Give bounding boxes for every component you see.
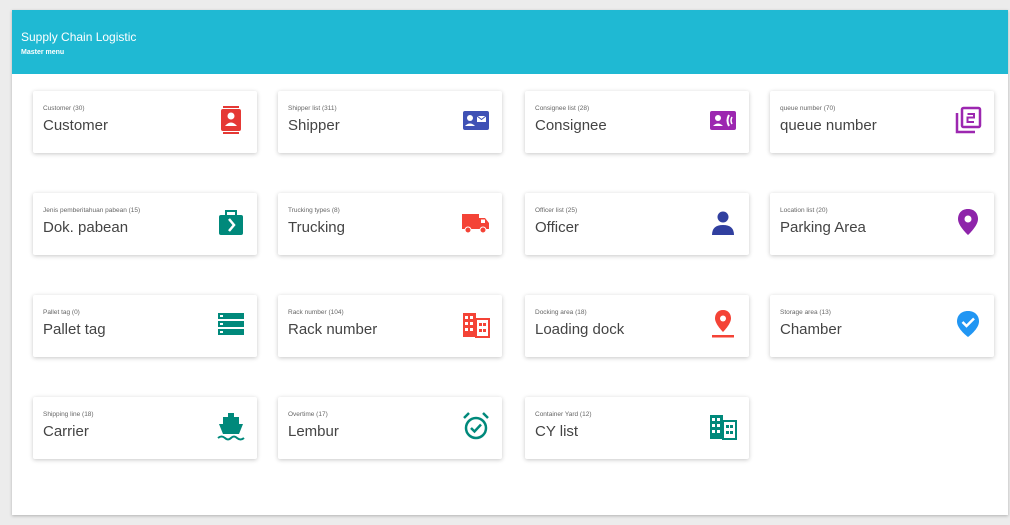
filter-2-icon <box>954 105 982 135</box>
card-parking-area[interactable]: Location list (20) Parking Area <box>770 193 994 255</box>
card-carrier[interactable]: Shipping line (18) Carrier <box>33 397 257 459</box>
card-shipper[interactable]: Shipper list (311) Shipper <box>278 91 502 153</box>
card-count-label: Jenis pemberitahuan pabean (15) <box>43 207 141 214</box>
app-title: Supply Chain Logistic <box>21 30 137 44</box>
briefcase-arrow-icon <box>217 207 245 237</box>
truck-icon <box>462 207 490 237</box>
card-title: Dok. pabean <box>43 219 129 236</box>
card-count-label: Shipper list (311) <box>288 105 337 112</box>
card-title: CY list <box>535 423 579 440</box>
card-title: Customer <box>43 117 109 134</box>
location-pin-icon <box>954 207 982 237</box>
person-icon <box>709 207 737 237</box>
card-count-label: Rack number (104) <box>288 309 344 316</box>
card-lembur[interactable]: Overtime (17) Lembur <box>278 397 502 459</box>
card-title: Consignee <box>535 117 607 134</box>
card-title: Parking Area <box>780 219 866 236</box>
card-title: Lembur <box>288 423 339 440</box>
card-title: Carrier <box>43 423 89 440</box>
pin-drop-icon <box>709 309 737 339</box>
main-window: Supply Chain Logistic Master menu Custom… <box>12 10 1008 515</box>
card-title: Loading dock <box>535 321 625 338</box>
card-count-label: Customer (30) <box>43 105 85 112</box>
card-trucking[interactable]: Trucking types (8) Trucking <box>278 193 502 255</box>
check-pin-icon <box>954 309 982 339</box>
card-count-label: Trucking types (8) <box>288 207 340 214</box>
card-pallet-tag[interactable]: Pallet tag (0) Pallet tag <box>33 295 257 357</box>
ship-icon <box>217 411 245 441</box>
card-title: Rack number <box>288 321 378 338</box>
card-title: queue number <box>780 117 877 134</box>
card-title: Pallet tag <box>43 321 106 338</box>
card-customer[interactable]: Customer (30) Customer <box>33 91 257 153</box>
card-chamber[interactable]: Storage area (13) Chamber <box>770 295 994 357</box>
card-title: Trucking <box>288 219 345 236</box>
contact-card-icon <box>462 105 490 135</box>
card-count-label: Consignee list (28) <box>535 105 590 112</box>
contact-phone-icon <box>709 105 737 135</box>
alarm-check-icon <box>462 411 490 441</box>
card-count-label: Storage area (13) <box>780 309 831 316</box>
card-title: Shipper <box>288 117 340 134</box>
card-queue-number[interactable]: queue number (70) queue number <box>770 91 994 153</box>
building-icon <box>462 309 490 339</box>
card-count-label: Docking area (18) <box>535 309 587 316</box>
card-title: Officer <box>535 219 579 236</box>
card-officer[interactable]: Officer list (25) Officer <box>525 193 749 255</box>
building-icon <box>709 411 737 441</box>
card-count-label: queue number (70) <box>780 105 836 112</box>
app-header: Supply Chain Logistic Master menu <box>12 10 1008 74</box>
card-cy-list[interactable]: Container Yard (12) CY list <box>525 397 749 459</box>
card-count-label: Shipping line (18) <box>43 411 94 418</box>
card-title: Chamber <box>780 321 842 338</box>
card-count-label: Overtime (17) <box>288 411 328 418</box>
card-count-label: Pallet tag (0) <box>43 309 80 316</box>
card-count-label: Container Yard (12) <box>535 411 592 418</box>
card-rack-number[interactable]: Rack number (104) Rack number <box>278 295 502 357</box>
storage-list-icon <box>217 309 245 339</box>
card-loading-dock[interactable]: Docking area (18) Loading dock <box>525 295 749 357</box>
card-consignee[interactable]: Consignee list (28) Consignee <box>525 91 749 153</box>
card-dok-pabean[interactable]: Jenis pemberitahuan pabean (15) Dok. pab… <box>33 193 257 255</box>
customer-icon <box>217 105 245 135</box>
card-count-label: Location list (20) <box>780 207 828 214</box>
card-count-label: Officer list (25) <box>535 207 578 214</box>
app-subtitle: Master menu <box>21 49 65 56</box>
